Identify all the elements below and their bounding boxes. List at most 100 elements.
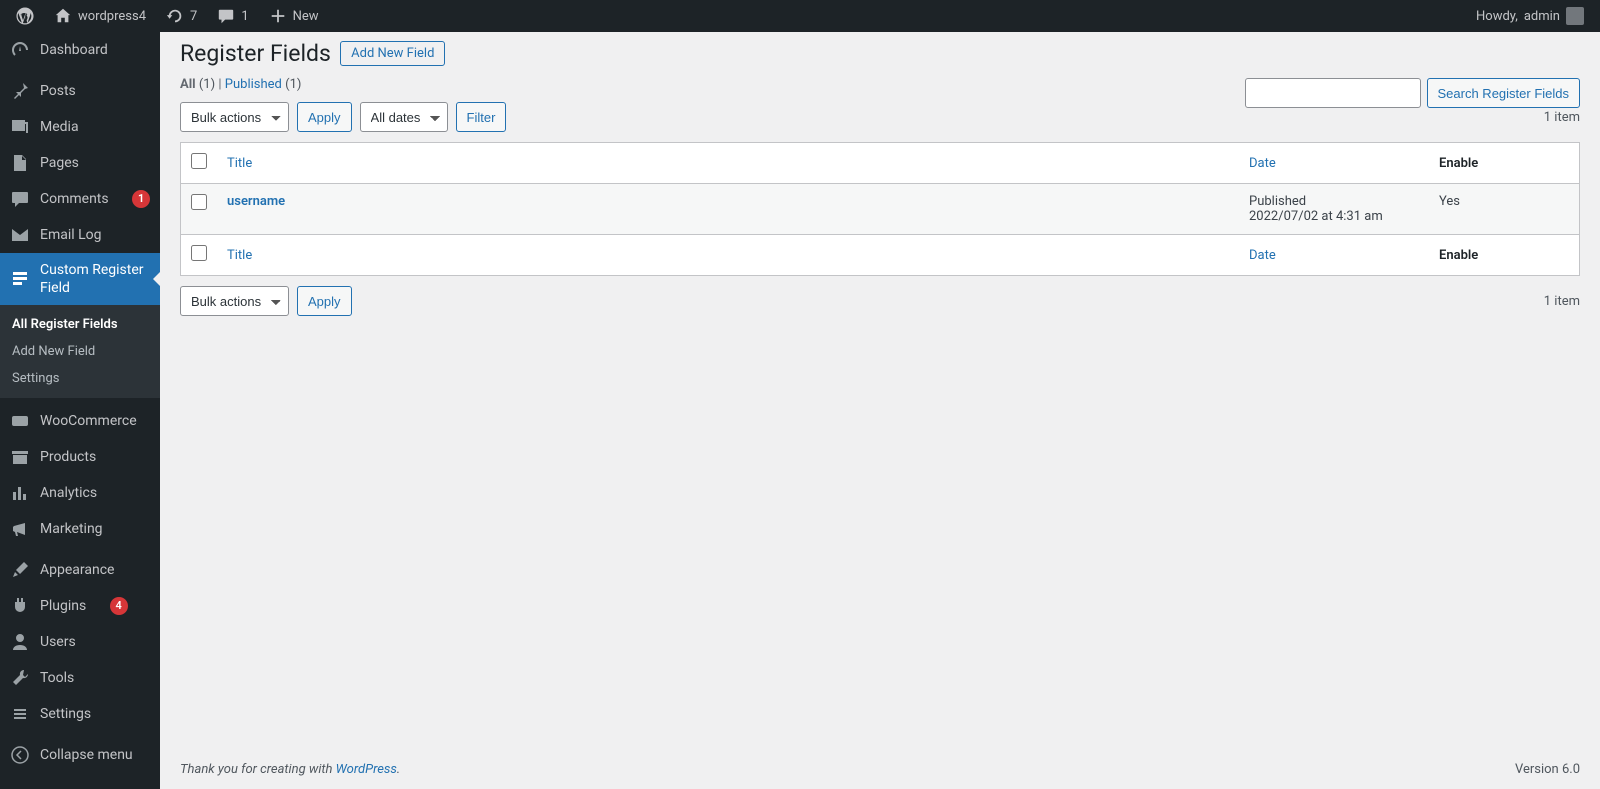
page-title: Register Fields	[180, 40, 331, 67]
items-count-bottom: 1 item	[1544, 294, 1580, 309]
filter-button[interactable]: Filter	[456, 102, 507, 132]
sidebar-label-custom-register-field: Custom Register Field	[40, 261, 150, 297]
woocommerce-icon	[10, 411, 30, 431]
archive-icon	[10, 447, 30, 467]
sidebar-label-dashboard: Dashboard	[40, 41, 108, 59]
sidebar-item-marketing[interactable]: Marketing	[0, 511, 160, 547]
tablenav-bottom: Bulk actions Apply 1 item	[180, 286, 1580, 316]
comments-badge: 1	[132, 190, 150, 208]
settings-icon	[10, 704, 30, 724]
view-published[interactable]: Published	[225, 77, 282, 92]
sidebar-item-woocommerce[interactable]: WooCommerce	[0, 403, 160, 439]
wordpress-link[interactable]: WordPress	[336, 762, 397, 777]
sidebar-label-pages: Pages	[40, 154, 79, 172]
sidebar-item-pages[interactable]: Pages	[0, 145, 160, 181]
bulk-actions-select-top[interactable]: Bulk actions	[180, 102, 289, 132]
sidebar-item-appearance[interactable]: Appearance	[0, 552, 160, 588]
plugin-icon	[10, 596, 30, 616]
new-label: New	[293, 9, 319, 24]
admin-sidebar: Dashboard Posts Media Pages Comments 1 E…	[0, 32, 160, 789]
row-title-link[interactable]: username	[227, 194, 285, 209]
sidebar-submenu: All Register Fields Add New Field Settin…	[0, 305, 160, 398]
sidebar-label-users: Users	[40, 633, 76, 651]
comment-icon	[10, 189, 30, 209]
sidebar-label-analytics: Analytics	[40, 484, 97, 502]
sidebar-collapse[interactable]: Collapse menu	[0, 737, 160, 773]
column-footer-title[interactable]: Title	[217, 234, 1239, 275]
admin-footer: Thank you for creating with WordPress. V…	[160, 750, 1600, 789]
sidebar-label-appearance: Appearance	[40, 561, 114, 579]
sidebar-item-settings[interactable]: Settings	[0, 696, 160, 732]
column-header-date[interactable]: Date	[1239, 143, 1429, 184]
sidebar-item-posts[interactable]: Posts	[0, 73, 160, 109]
sidebar-item-email-log[interactable]: Email Log	[0, 217, 160, 253]
column-header-enable: Enable	[1429, 143, 1579, 184]
users-icon	[10, 632, 30, 652]
wp-logo[interactable]	[8, 0, 42, 32]
bulk-actions-select-bottom[interactable]: Bulk actions	[180, 286, 289, 316]
sidebar-item-tools[interactable]: Tools	[0, 660, 160, 696]
sidebar-label-comments: Comments	[40, 190, 109, 208]
sidebar-label-media: Media	[40, 118, 79, 136]
updates-link[interactable]: 7	[158, 0, 205, 32]
avatar-icon	[1566, 7, 1584, 25]
sidebar-item-products[interactable]: Products	[0, 439, 160, 475]
select-all-checkbox-top[interactable]	[191, 153, 207, 169]
footer-version: Version 6.0	[1515, 762, 1580, 777]
site-name-link[interactable]: wordpress4	[46, 0, 154, 32]
sidebar-item-plugins[interactable]: Plugins 4	[0, 588, 160, 624]
howdy-prefix: Howdy,	[1476, 9, 1518, 24]
footer-thanks: Thank you for creating with WordPress.	[180, 762, 400, 777]
site-name: wordpress4	[78, 9, 146, 24]
row-checkbox[interactable]	[191, 194, 207, 210]
wordpress-icon	[16, 7, 34, 25]
media-icon	[10, 117, 30, 137]
add-new-field-button[interactable]: Add New Field	[340, 41, 445, 66]
howdy-user: admin	[1524, 9, 1560, 24]
my-account[interactable]: Howdy, admin	[1468, 0, 1592, 32]
comments-link[interactable]: 1	[209, 0, 256, 32]
row-date: Published2022/07/02 at 4:31 am	[1239, 184, 1429, 234]
row-enable: Yes	[1429, 184, 1579, 234]
collapse-icon	[10, 745, 30, 765]
table-row: username Published2022/07/02 at 4:31 am …	[181, 184, 1579, 234]
sidebar-label-settings: Settings	[40, 705, 91, 723]
sidebar-item-media[interactable]: Media	[0, 109, 160, 145]
email-icon	[10, 225, 30, 245]
new-content-link[interactable]: New	[261, 0, 327, 32]
sidebar-item-dashboard[interactable]: Dashboard	[0, 32, 160, 68]
sidebar-label-collapse: Collapse menu	[40, 746, 133, 764]
dashboard-icon	[10, 40, 30, 60]
view-all-count: (1)	[199, 77, 215, 92]
sidebar-subitem-settings[interactable]: Settings	[0, 365, 160, 392]
column-header-title[interactable]: Title	[217, 143, 1239, 184]
sidebar-label-marketing: Marketing	[40, 520, 103, 538]
select-all-checkbox-bottom[interactable]	[191, 245, 207, 261]
sidebar-subitem-all-register-fields[interactable]: All Register Fields	[0, 311, 160, 338]
sidebar-item-comments[interactable]: Comments 1	[0, 181, 160, 217]
sidebar-item-custom-register-field[interactable]: Custom Register Field	[0, 253, 160, 305]
comment-icon	[217, 7, 235, 25]
sidebar-label-products: Products	[40, 448, 96, 466]
search-button[interactable]: Search Register Fields	[1427, 78, 1581, 108]
sidebar-subitem-add-new-field[interactable]: Add New Field	[0, 338, 160, 365]
tools-icon	[10, 668, 30, 688]
items-count-top: 1 item	[1544, 110, 1580, 125]
megaphone-icon	[10, 519, 30, 539]
sidebar-label-tools: Tools	[40, 669, 74, 687]
column-footer-date[interactable]: Date	[1239, 234, 1429, 275]
sidebar-item-analytics[interactable]: Analytics	[0, 475, 160, 511]
sidebar-item-users[interactable]: Users	[0, 624, 160, 660]
admin-bar: wordpress4 7 1 New Howdy, admin	[0, 0, 1600, 32]
sidebar-label-posts: Posts	[40, 82, 76, 100]
column-footer-enable: Enable	[1429, 234, 1579, 275]
apply-button-bottom[interactable]: Apply	[297, 286, 352, 316]
search-input[interactable]	[1245, 78, 1421, 108]
sidebar-label-woocommerce: WooCommerce	[40, 412, 137, 430]
dates-select[interactable]: All dates	[360, 102, 448, 132]
form-icon	[10, 269, 30, 289]
view-published-count: (1)	[285, 77, 301, 92]
pin-icon	[10, 81, 30, 101]
view-all[interactable]: All	[180, 77, 196, 92]
apply-button-top[interactable]: Apply	[297, 102, 352, 132]
